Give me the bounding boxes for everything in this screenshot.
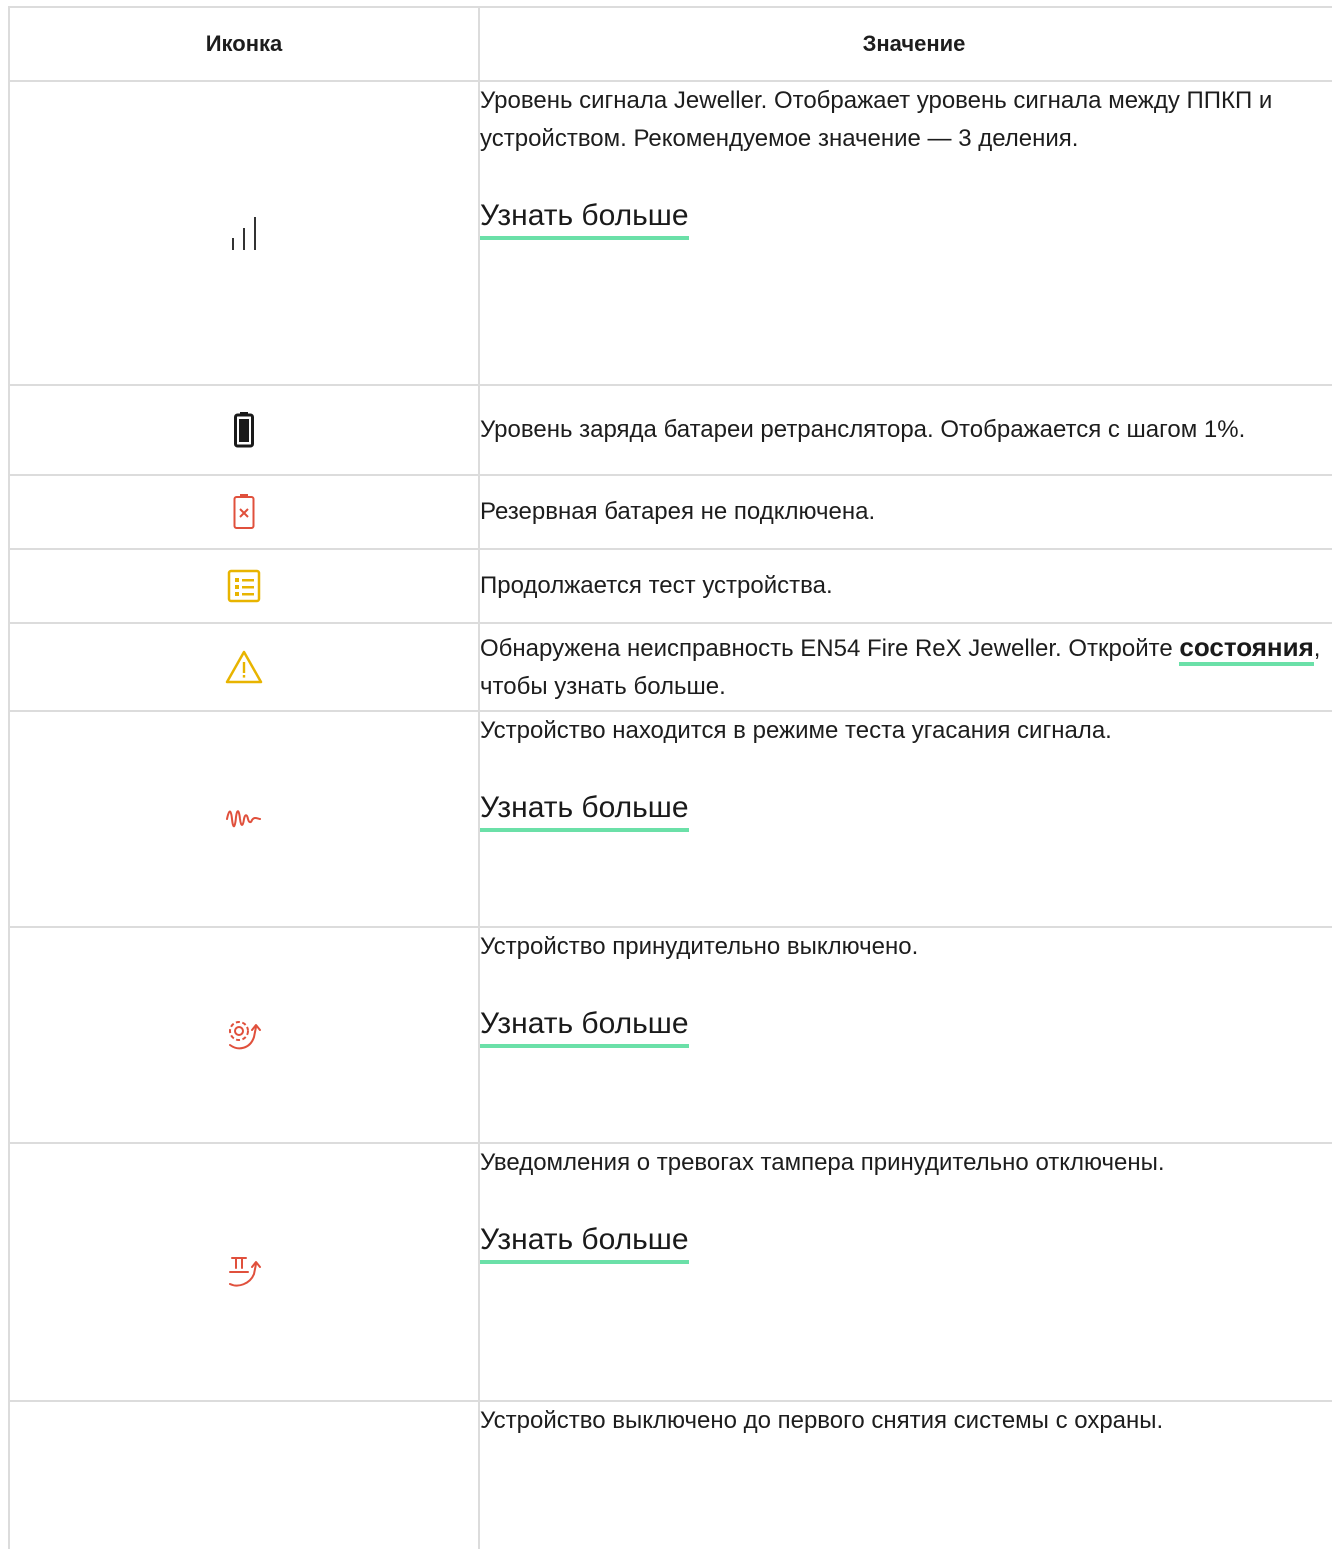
table-header-row: Иконка Значение bbox=[8, 6, 1332, 82]
learn-more-link[interactable]: Узнать больше bbox=[480, 1006, 689, 1048]
row-description: Устройство находится в режиме теста угас… bbox=[480, 717, 1112, 744]
icon-cell bbox=[8, 548, 480, 624]
icon-cell bbox=[8, 710, 480, 928]
tamper-disabled-icon bbox=[224, 1254, 264, 1290]
learn-more-link[interactable]: Узнать больше bbox=[480, 790, 689, 832]
meaning-column-header: Значение bbox=[478, 6, 1332, 82]
icon-column-header: Иконка bbox=[8, 6, 480, 82]
status-link[interactable]: состояния bbox=[1179, 632, 1314, 666]
meaning-cell: Уровень заряда батареи ретранслятора. От… bbox=[478, 384, 1332, 476]
table-row: Обнаружена неисправность EN54 Fire ReX J… bbox=[8, 622, 1332, 712]
battery-disconnected-icon bbox=[233, 494, 255, 530]
icon-cell bbox=[8, 80, 480, 386]
gear-disabled-icon bbox=[224, 1017, 264, 1053]
row-description: Устройство принудительно выключено. bbox=[480, 933, 919, 960]
row-description: Устройство выключено до первого снятия с… bbox=[480, 1407, 1164, 1434]
meaning-cell: Продолжается тест устройства. bbox=[478, 548, 1332, 624]
table-row: Уведомления о тревогах тампера принудите… bbox=[8, 1142, 1332, 1402]
meaning-cell: Устройство находится в режиме теста угас… bbox=[478, 710, 1332, 928]
icon-cell bbox=[8, 1142, 480, 1402]
icon-cell bbox=[8, 1400, 480, 1549]
table-row: Уровень заряда батареи ретранслятора. От… bbox=[8, 384, 1332, 476]
meaning-cell: Обнаружена неисправность EN54 Fire ReX J… bbox=[478, 622, 1332, 712]
icons-table: Иконка Значение Уровень сигнала Jeweller… bbox=[8, 6, 1332, 1549]
learn-more-link[interactable]: Узнать больше bbox=[480, 198, 689, 240]
meaning-cell: Резервная батарея не подключена. bbox=[478, 474, 1332, 550]
meaning-cell: Устройство выключено до первого снятия с… bbox=[478, 1400, 1332, 1549]
icon-cell bbox=[8, 622, 480, 712]
table-row: Продолжается тест устройства. bbox=[8, 548, 1332, 624]
row-description-before: Обнаружена неисправность EN54 Fire ReX J… bbox=[480, 635, 1180, 662]
icon-cell bbox=[8, 474, 480, 550]
table-row: Устройство принудительно выключено. Узна… bbox=[8, 926, 1332, 1144]
meaning-cell: Устройство принудительно выключено. Узна… bbox=[478, 926, 1332, 1144]
icon-cell bbox=[8, 926, 480, 1144]
test-checklist-icon bbox=[227, 569, 261, 603]
meaning-cell: Уровень сигнала Jeweller. Отображает уро… bbox=[478, 80, 1332, 386]
row-description: Резервная батарея не подключена. bbox=[480, 498, 876, 525]
warning-triangle-icon bbox=[225, 650, 263, 684]
battery-icon bbox=[234, 412, 254, 448]
table-row: Резервная батарея не подключена. bbox=[8, 474, 1332, 550]
meaning-cell: Уведомления о тревогах тампера принудите… bbox=[478, 1142, 1332, 1402]
table-row: Устройство выключено до первого снятия с… bbox=[8, 1400, 1332, 1549]
row-description: Продолжается тест устройства. bbox=[480, 572, 833, 599]
table-row: Уровень сигнала Jeweller. Отображает уро… bbox=[8, 80, 1332, 386]
row-description: Уровень заряда батареи ретранслятора. От… bbox=[480, 416, 1246, 443]
signal-strength-icon bbox=[226, 216, 262, 250]
table-row: Устройство находится в режиме теста угас… bbox=[8, 710, 1332, 928]
row-description: Уровень сигнала Jeweller. Отображает уро… bbox=[480, 87, 1273, 152]
learn-more-link[interactable]: Узнать больше bbox=[480, 1222, 689, 1264]
icon-cell bbox=[8, 384, 480, 476]
signal-attenuation-icon bbox=[224, 807, 264, 831]
row-description: Обнаружена неисправность EN54 Fire ReX J… bbox=[480, 628, 1332, 706]
row-description: Уведомления о тревогах тампера принудите… bbox=[480, 1149, 1165, 1176]
page: Иконка Значение Уровень сигнала Jeweller… bbox=[0, 0, 1332, 1549]
